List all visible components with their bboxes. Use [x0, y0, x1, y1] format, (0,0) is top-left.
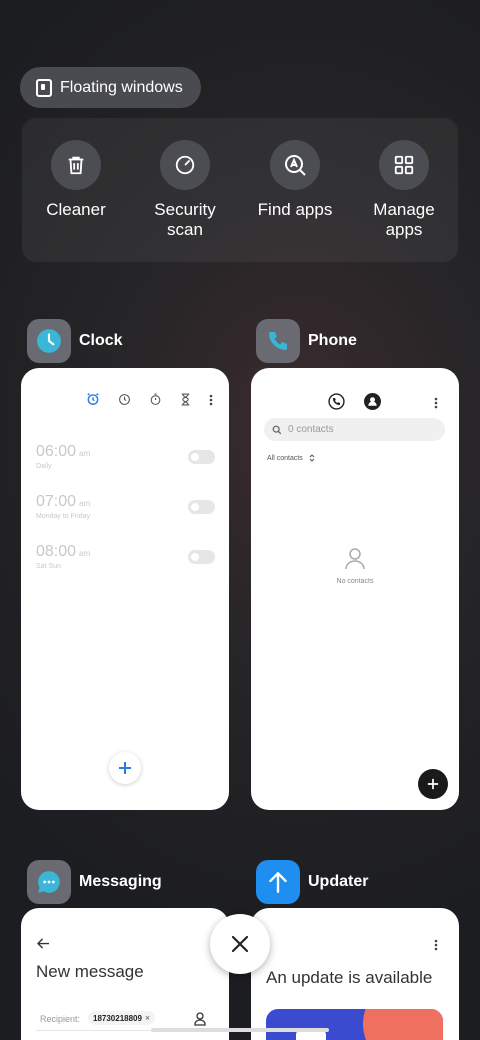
floating-windows-button[interactable]: Floating windows [20, 67, 201, 108]
back-arrow-icon[interactable] [37, 936, 50, 954]
more-options-icon[interactable] [434, 938, 438, 956]
recipient-chip[interactable]: 18730218809 ✕ [88, 1011, 155, 1025]
updater-app-icon [256, 860, 300, 904]
person-icon [345, 548, 365, 570]
find-apps-button[interactable]: Find apps [245, 140, 345, 220]
empty-state: No contacts [251, 548, 459, 585]
plus-icon [119, 762, 131, 774]
plus-icon [427, 778, 439, 790]
clock-app-card[interactable]: 06:00 am Daily 07:00 am Monday to Friday 0… [21, 368, 229, 810]
alarm-time: 07:00 [36, 493, 77, 510]
alarm-item[interactable]: 07:00 am Monday to Friday [36, 493, 90, 520]
updater-app-header[interactable]: Updater [256, 860, 368, 904]
cleaner-label: Cleaner [46, 200, 106, 219]
alarm-item[interactable]: 08:00 am Sat Sun [36, 543, 90, 570]
close-all-button[interactable] [210, 914, 270, 974]
search-icon [272, 425, 282, 434]
close-icon [231, 935, 249, 953]
find-apps-icon [270, 140, 320, 190]
contacts-filter-dropdown[interactable]: All contacts [267, 454, 315, 462]
scan-icon [160, 140, 210, 190]
alarm-item[interactable]: 06:00 am Daily [36, 443, 90, 470]
phone-app-card[interactable]: 0 contacts All contacts No contacts [251, 368, 459, 810]
alarm-time: 06:00 [36, 443, 77, 460]
updater-app-name: Updater [308, 873, 369, 890]
alarm-toggle[interactable] [188, 550, 215, 564]
clock-app-name: Clock [79, 332, 123, 349]
filter-label: All contacts [267, 454, 303, 462]
banner-shape [363, 1009, 443, 1040]
update-banner [266, 1009, 443, 1040]
alarm-ampm: am [79, 499, 91, 508]
security-scan-button[interactable]: Security scan [135, 140, 235, 240]
phone-app-icon [256, 319, 300, 363]
floating-window-icon [36, 78, 52, 97]
empty-label: No contacts [336, 578, 374, 585]
call-log-tab-icon[interactable] [328, 393, 345, 415]
alarm-repeat: Sat Sun [36, 563, 61, 570]
phone-app-name: Phone [308, 332, 357, 349]
clock-app-icon [27, 319, 71, 363]
updater-app-card[interactable]: An update is available [251, 908, 459, 1040]
alarm-repeat: Daily [36, 463, 52, 470]
stopwatch-tab-icon[interactable] [149, 393, 162, 411]
update-title: An update is available [266, 968, 433, 987]
world-clock-tab-icon[interactable] [118, 393, 131, 411]
quick-tools-panel: Cleaner Security scan Find apps Manage a… [22, 118, 458, 262]
grid-icon [379, 140, 429, 190]
alarm-ampm: am [79, 449, 91, 458]
remove-recipient-icon[interactable]: ✕ [145, 1015, 150, 1022]
alarm-toggle[interactable] [188, 450, 215, 464]
contacts-search-input[interactable]: 0 contacts [264, 418, 445, 441]
clock-toolbar [86, 392, 213, 411]
home-indicator[interactable] [151, 1028, 329, 1032]
contacts-tab-icon[interactable] [364, 393, 381, 415]
messaging-app-card[interactable]: New message Recipient: 18730218809 ✕ [21, 908, 229, 1040]
phone-app-header[interactable]: Phone [256, 319, 357, 363]
manage-apps-button[interactable]: Manage apps [354, 140, 454, 240]
alarm-ampm: am [79, 549, 91, 558]
add-alarm-button[interactable] [109, 752, 141, 784]
messaging-app-icon [27, 860, 71, 904]
manage-apps-label: Manage apps [373, 200, 435, 239]
search-placeholder: 0 contacts [288, 424, 334, 435]
messaging-app-name: Messaging [79, 873, 162, 890]
alarm-repeat: Monday to Friday [36, 513, 91, 520]
floating-windows-label: Floating windows [60, 78, 183, 96]
more-options-icon[interactable] [434, 396, 438, 414]
alarm-tab-icon[interactable] [86, 392, 100, 411]
recipient-label: Recipient: [40, 1014, 81, 1024]
find-apps-label: Find apps [257, 200, 333, 219]
add-contact-button[interactable] [418, 769, 448, 799]
recipient-number: 18730218809 [93, 1013, 142, 1023]
clock-app-header[interactable]: Clock [27, 319, 123, 363]
security-scan-label: Security scan [154, 200, 216, 239]
messaging-app-header[interactable]: Messaging [27, 860, 162, 904]
sort-icon [309, 454, 315, 462]
alarm-time: 08:00 [36, 543, 77, 560]
alarm-toggle[interactable] [188, 500, 215, 514]
cleaner-button[interactable]: Cleaner [26, 140, 126, 220]
trash-icon [51, 140, 101, 190]
more-options-icon[interactable] [209, 393, 213, 411]
new-message-title: New message [36, 962, 144, 981]
timer-tab-icon[interactable] [180, 393, 191, 411]
